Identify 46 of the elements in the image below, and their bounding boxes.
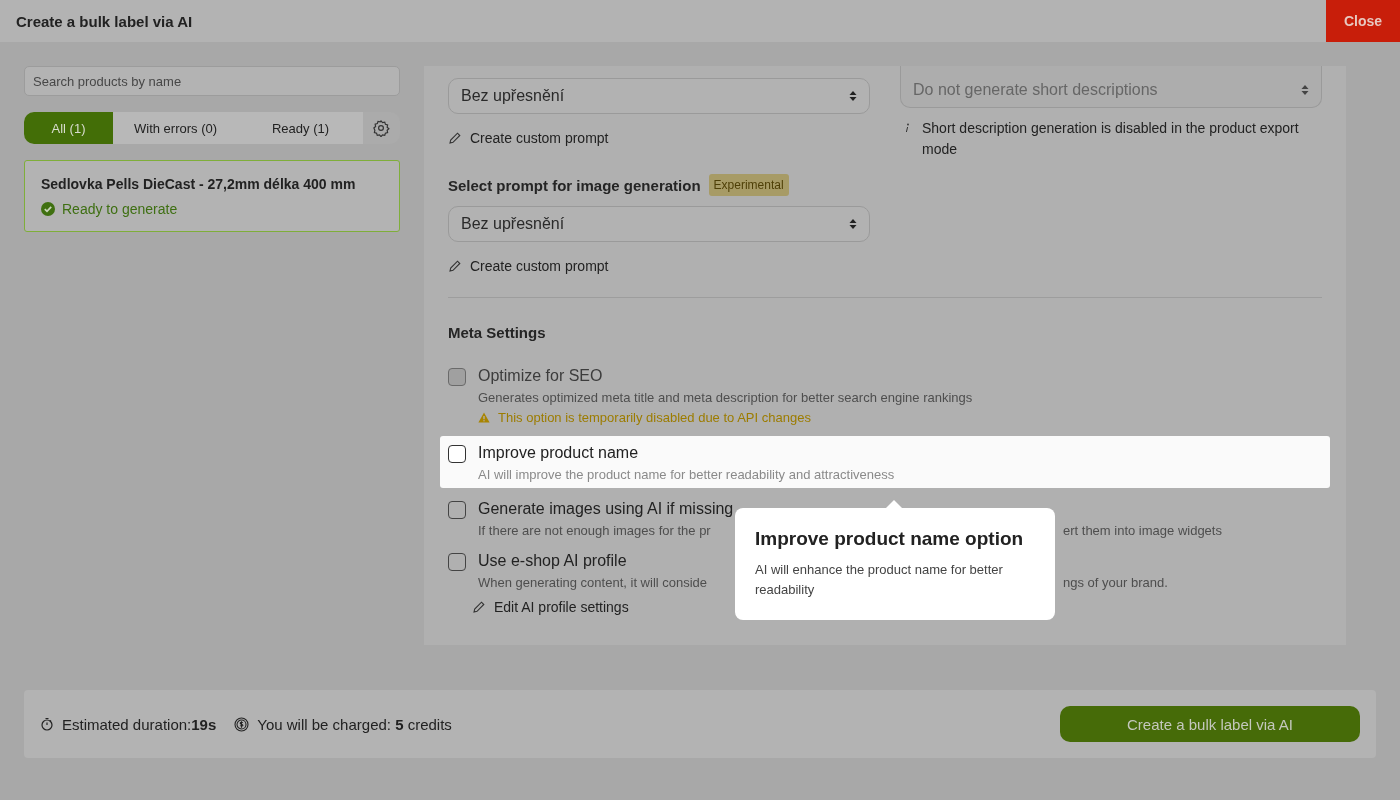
experimental-badge: Experimental	[708, 174, 789, 196]
option-description: If there are not enough images for the pr	[478, 523, 712, 538]
window-title: Create a bulk label via AI	[16, 12, 193, 30]
stopwatch-icon	[40, 717, 54, 731]
option-description: When generating content, it will conside	[478, 575, 709, 590]
close-button[interactable]: Close	[1326, 0, 1400, 42]
product-status: Ready to generate	[62, 201, 178, 217]
duration-text: Estimated duration:19s	[62, 715, 217, 733]
option-description: Generates optimized meta title and meta description for better search engine rankings	[478, 390, 973, 405]
section-heading: Select prompt for image generation	[448, 176, 701, 194]
option-description: AI will improve the product name for better readability and attractiveness	[478, 467, 895, 482]
info-icon	[904, 123, 910, 133]
create-prompt-link[interactable]: Create custom prompt	[448, 130, 609, 146]
warning-text: This option is temporarily disabled due to API changes	[498, 410, 811, 425]
updown-icon	[1301, 83, 1309, 96]
option-label: Improve product name	[478, 444, 639, 462]
info-note: Short description generation is disabled in the product export mode	[922, 119, 1300, 159]
product-card[interactable]: Sedlovka Pells DieCast - 27,2mm délka 400 mm Ready to generate	[24, 160, 400, 232]
section-heading: Meta Settings	[448, 324, 546, 341]
settings-icon[interactable]	[372, 119, 390, 137]
option-label: Optimize for SEO	[478, 367, 603, 385]
tooltip-text: AI will enhance the product name for better readability	[755, 561, 1004, 599]
updown-icon	[849, 218, 857, 230]
warning-icon	[478, 412, 490, 423]
filter-tab[interactable]: All (1)	[24, 112, 113, 144]
charge-text: You will be charged: 5 credits	[257, 715, 452, 733]
checkbox[interactable]	[448, 553, 466, 571]
create-prompt-link[interactable]: Create custom prompt	[448, 258, 609, 274]
product-name: Sedlovka Pells DieCast - 27,2mm délka 400 mm	[41, 176, 357, 192]
coin-icon	[234, 716, 250, 732]
edit-profile-link[interactable]: Edit AI profile settings	[472, 599, 629, 615]
pencil-icon	[472, 600, 486, 614]
pencil-icon	[448, 131, 462, 145]
option-label: Use e-shop AI profile	[478, 552, 627, 570]
create-button[interactable]: Create a bulk label via AI	[1060, 706, 1360, 742]
pencil-icon	[448, 259, 462, 273]
option-description: ngs of your brand.	[1063, 575, 1168, 590]
tooltip-title: Improve product name option	[755, 528, 1025, 550]
checkbox[interactable]	[448, 445, 466, 463]
search-field[interactable]: Search products by name	[24, 66, 400, 96]
prompt-select[interactable]: Bez upřesnění	[448, 206, 870, 242]
updown-icon	[849, 90, 857, 102]
option-description: ert them into image widgets	[1063, 523, 1222, 538]
prompt-select[interactable]: Bez upřesnění	[448, 78, 870, 114]
checkbox[interactable]	[448, 501, 466, 519]
option-label: Generate images using AI if missing	[478, 500, 734, 518]
